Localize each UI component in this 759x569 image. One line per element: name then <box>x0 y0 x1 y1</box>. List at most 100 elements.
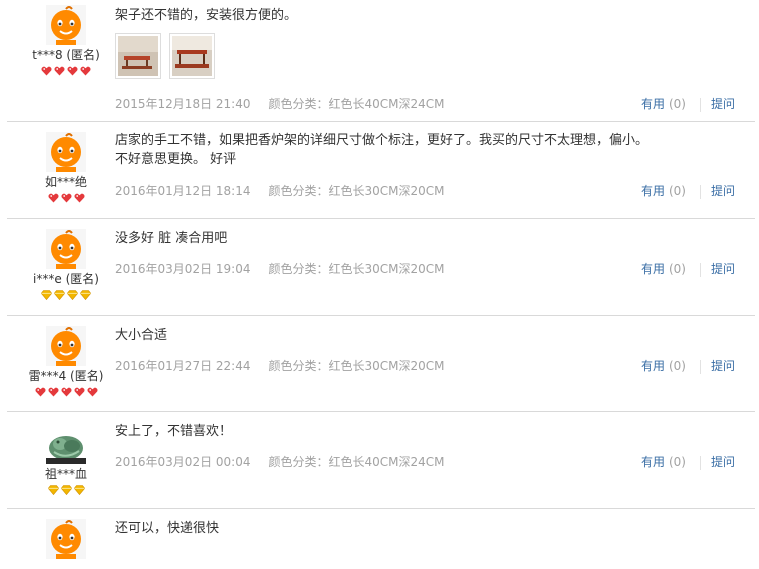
review-sku: 颜色分类：红色长40CM深24CM <box>268 455 445 469</box>
ask-button[interactable]: 提问 <box>711 359 735 373</box>
divider <box>699 184 701 199</box>
useful-label: 有用 <box>640 455 665 469</box>
review-text: 店家的手工不错，如果把香炉架的详细尺寸做个标注，更好了。我买的尺寸不太理想，偏小… <box>115 133 649 167</box>
taobao-baby-avatar-icon[interactable] <box>46 229 86 269</box>
review-date: 2016年03月02日 19:04 <box>115 262 251 276</box>
divider <box>699 359 701 374</box>
review-meta: 2016年01月12日 18:14 颜色分类：红色长30CM深20CM <box>115 182 445 199</box>
red-heart-rank-icon <box>60 386 72 397</box>
rank-badge <box>7 386 125 398</box>
rank-badge <box>7 65 125 77</box>
review-photo-thumbnail[interactable] <box>169 33 215 79</box>
useful-label: 有用 <box>640 184 665 198</box>
useful-button[interactable]: 有用 (0) <box>641 184 686 198</box>
review-item: 祖***血 安上了，不错喜欢！ 2016年03月02日 00:04 颜色分类：红色… <box>7 412 755 509</box>
review-date: 2015年12月18日 21:40 <box>115 97 251 111</box>
reviewer-name: 祖***血 <box>44 467 87 481</box>
review-item: i***e (匿名) 没多好 脏 凑合用吧 2016年03月02日 19:04 颜… <box>7 219 755 316</box>
useful-label: 有用 <box>640 262 665 276</box>
reviewer-info: 祖***血 <box>7 412 125 496</box>
review-text: 大小合适 <box>115 328 168 343</box>
gold-diamond-rank-icon <box>79 289 92 301</box>
review-text: 还可以，快递很快 <box>115 521 220 536</box>
review-actions: 有用 (0) 提问 <box>641 182 735 199</box>
rank-badge <box>7 192 125 204</box>
taobao-baby-avatar-icon[interactable] <box>46 519 86 559</box>
ask-button[interactable]: 提问 <box>711 262 735 276</box>
red-heart-rank-icon <box>47 192 59 203</box>
divider <box>699 262 701 277</box>
divider <box>699 455 701 470</box>
taobao-baby-avatar-icon[interactable] <box>46 326 86 366</box>
ask-button[interactable]: 提问 <box>711 184 735 198</box>
review-item: 如***绝 店家的手工不错，如果把香炉架的详细尺寸做个标注，更好了。我买的尺寸不… <box>7 122 755 219</box>
useful-button[interactable]: 有用 (0) <box>641 262 686 276</box>
useful-count: (0) <box>668 455 686 469</box>
red-heart-rank-icon <box>60 192 72 203</box>
review-date: 2016年03月02日 00:04 <box>115 455 251 469</box>
gold-diamond-rank-icon <box>73 484 85 496</box>
taobao-baby-avatar-icon[interactable] <box>46 132 86 172</box>
useful-button[interactable]: 有用 (0) <box>641 359 686 373</box>
review-content: 没多好 脏 凑合用吧 <box>115 219 755 248</box>
gold-diamond-rank-icon <box>40 289 53 301</box>
taobao-baby-avatar-icon[interactable] <box>46 5 86 45</box>
red-heart-rank-icon <box>73 192 85 203</box>
useful-button[interactable]: 有用 (0) <box>641 455 686 469</box>
gold-diamond-rank-icon <box>60 484 72 496</box>
red-heart-rank-icon <box>47 386 59 397</box>
review-photos <box>115 33 755 79</box>
reviewer-name: i***e (匿名) <box>33 272 99 286</box>
review-actions: 有用 (0) 提问 <box>641 357 735 374</box>
gold-diamond-rank-icon <box>47 484 59 496</box>
useful-button[interactable]: 有用 (0) <box>641 97 686 111</box>
reviewer-name: t***8 (匿名) <box>32 48 100 62</box>
useful-label: 有用 <box>640 97 665 111</box>
gold-diamond-rank-icon <box>66 289 79 301</box>
divider <box>699 97 701 112</box>
review-sku: 颜色分类：红色长30CM深20CM <box>268 184 445 198</box>
review-photo-thumbnail[interactable] <box>115 33 161 79</box>
review-actions: 有用 (0) 提问 <box>641 453 735 470</box>
rank-badge <box>7 484 125 496</box>
review-meta: 2016年01月27日 22:44 颜色分类：红色长30CM深20CM <box>115 357 445 374</box>
review-text: 没多好 脏 凑合用吧 <box>115 231 228 246</box>
review-meta: 2016年03月02日 19:04 颜色分类：红色长30CM深20CM <box>115 260 445 277</box>
review-meta: 2016年03月02日 00:04 颜色分类：红色长40CM深24CM <box>115 453 445 470</box>
red-heart-rank-icon <box>73 386 85 397</box>
ask-button[interactable]: 提问 <box>711 455 735 469</box>
review-content: 安上了，不错喜欢！ <box>115 412 755 441</box>
review-content: 架子还不错的，安装很方便的。 <box>115 0 755 79</box>
review-item: 还可以，快递很快 <box>7 509 755 569</box>
review-sku: 颜色分类：红色长30CM深20CM <box>268 262 445 276</box>
review-content: 大小合适 <box>115 316 755 345</box>
reviewer-info: i***e (匿名) <box>7 219 125 301</box>
review-text: 安上了，不错喜欢！ <box>115 424 233 439</box>
red-heart-rank-icon <box>34 386 46 397</box>
reviewer-name: 如***绝 <box>44 175 87 189</box>
review-item: t***8 (匿名) 架子还不错的，安装很方便的。 2015年12月18日 21… <box>7 0 755 122</box>
review-sku: 颜色分类：红色长40CM深24CM <box>268 97 445 111</box>
reviewer-info: 如***绝 <box>7 122 125 204</box>
review-content: 店家的手工不错，如果把香炉架的详细尺寸做个标注，更好了。我买的尺寸不太理想，偏小… <box>115 122 755 169</box>
review-date: 2016年01月27日 22:44 <box>115 359 251 373</box>
rank-badge <box>7 289 125 301</box>
reviewer-name: 雷***4 (匿名) <box>28 369 104 383</box>
gold-diamond-rank-icon <box>53 289 66 301</box>
jade-carving-avatar-icon[interactable] <box>46 424 86 464</box>
review-actions: 有用 (0) 提问 <box>641 260 735 277</box>
review-item: 雷***4 (匿名) 大小合适 2016年01月27日 22:44 颜色分类：红色… <box>7 316 755 412</box>
review-date: 2016年01月12日 18:14 <box>115 184 251 198</box>
red-heart-rank-icon <box>67 65 78 76</box>
reviewer-info: 雷***4 (匿名) <box>7 316 125 398</box>
reviewer-info <box>7 509 125 559</box>
review-text: 架子还不错的，安装很方便的。 <box>115 8 298 23</box>
ask-button[interactable]: 提问 <box>711 97 735 111</box>
review-meta: 2015年12月18日 21:40 颜色分类：红色长40CM深24CM <box>115 95 445 112</box>
red-heart-rank-icon <box>41 65 52 76</box>
review-content: 还可以，快递很快 <box>115 509 755 538</box>
useful-count: (0) <box>668 359 686 373</box>
red-heart-rank-icon <box>54 65 65 76</box>
useful-label: 有用 <box>640 359 665 373</box>
reviewer-info: t***8 (匿名) <box>7 0 125 77</box>
